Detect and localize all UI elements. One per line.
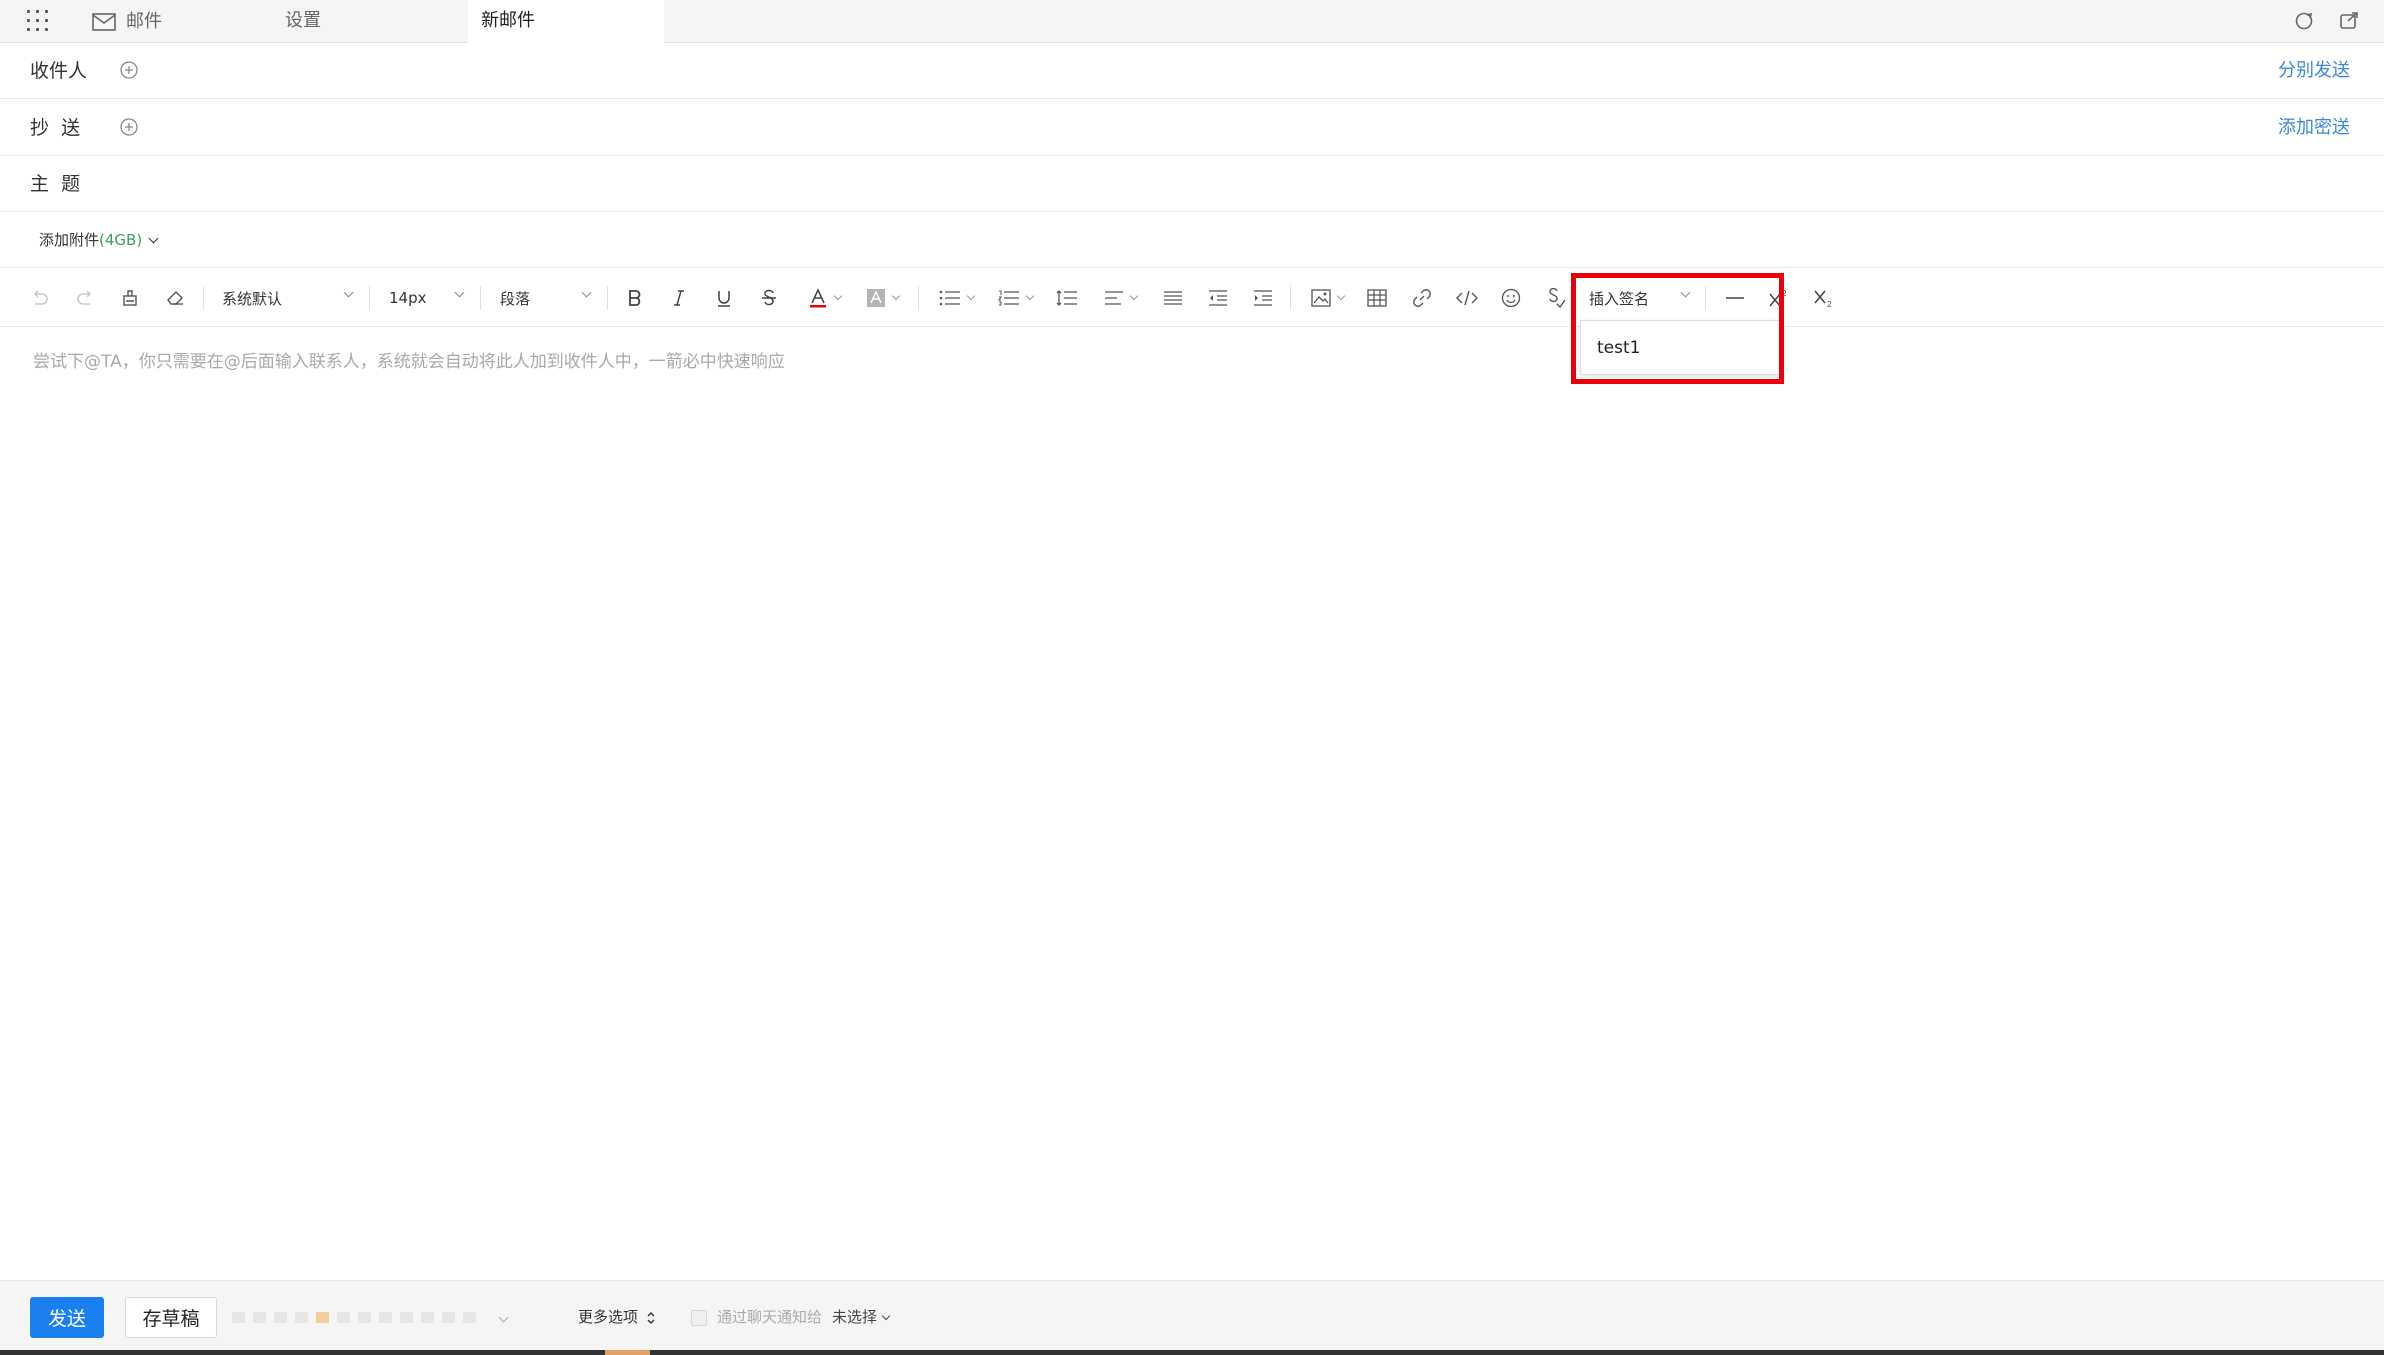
font-size-value: 14px xyxy=(389,289,427,307)
add-bcc-link[interactable]: 添加密送 xyxy=(2278,100,2350,156)
chat-notify-checkbox[interactable] xyxy=(691,1309,707,1326)
font-family-select[interactable]: 系统默认 xyxy=(222,269,354,327)
more-options-label: 更多选项 xyxy=(578,1308,639,1326)
top-tab-bar: 邮件 设置 新邮件 xyxy=(0,0,2384,43)
editor-placeholder[interactable]: 尝试下@TA，你只需要在@后面输入联系人，系统就会自动将此人加到收件人中，一箭必… xyxy=(33,347,785,372)
editor-toolbar: 系统默认 14px 段落 插入签名 2 2 xyxy=(0,269,2384,327)
font-family-value: 系统默认 xyxy=(222,289,283,308)
tab-settings[interactable]: 设置 xyxy=(285,0,321,43)
font-color-icon[interactable] xyxy=(803,269,845,327)
chevron-down-icon xyxy=(343,287,354,298)
redo-icon[interactable] xyxy=(73,269,97,327)
bold-icon[interactable] xyxy=(622,269,648,327)
spellcheck-icon[interactable] xyxy=(1543,269,1569,327)
popout-icon[interactable] xyxy=(2338,10,2360,32)
compose-page: 邮件 设置 新邮件 收件人 分别发送 抄 送 添加密送 主 题 添加附件(4GB… xyxy=(0,0,2384,1355)
code-icon[interactable] xyxy=(1454,269,1480,327)
attachment-size: (4GB) xyxy=(99,231,143,249)
send-button[interactable]: 发送 xyxy=(30,1297,104,1338)
compose-footer: 发送 存草稿 更多选项 通过聊天通知给 未选择 xyxy=(0,1280,2384,1355)
justify-icon[interactable] xyxy=(1160,269,1186,327)
numbered-list-icon[interactable] xyxy=(994,269,1036,327)
attachment-row: 添加附件(4GB) xyxy=(0,212,2384,268)
font-size-select[interactable]: 14px xyxy=(389,269,465,327)
emoji-icon[interactable] xyxy=(1498,269,1524,327)
sender-select[interactable] xyxy=(232,1305,544,1329)
undo-icon[interactable] xyxy=(28,269,52,327)
attachment-label: 添加附件 xyxy=(39,231,100,249)
subject-label: 主 题 xyxy=(30,173,81,195)
link-icon[interactable] xyxy=(1409,269,1435,327)
align-icon[interactable] xyxy=(1099,269,1141,327)
cc-row: 抄 送 添加密送 xyxy=(0,100,2384,156)
save-draft-button[interactable]: 存草稿 xyxy=(125,1297,217,1338)
bulleted-list-icon[interactable] xyxy=(935,269,977,327)
tab-new-mail[interactable]: 新邮件 xyxy=(468,0,664,43)
mail-icon xyxy=(92,12,116,31)
chevron-down-icon xyxy=(581,287,592,298)
chevron-down-icon xyxy=(881,1311,891,1320)
highlight-icon[interactable] xyxy=(861,269,903,327)
eraser-icon[interactable] xyxy=(163,269,187,327)
chat-notify-select[interactable]: 未选择 xyxy=(832,1281,891,1354)
format-painter-icon[interactable] xyxy=(118,269,142,327)
refresh-icon[interactable] xyxy=(2293,10,2315,32)
tab-mail-label: 邮件 xyxy=(126,10,162,32)
tab-mail[interactable]: 邮件 xyxy=(92,0,162,43)
highlight-annotation xyxy=(1571,273,1784,384)
cc-label: 抄 送 xyxy=(30,117,81,139)
add-attachment-button[interactable]: 添加附件(4GB) xyxy=(39,212,159,268)
italic-icon[interactable] xyxy=(666,269,692,327)
image-icon[interactable] xyxy=(1306,269,1348,327)
chevron-down-icon xyxy=(454,287,465,298)
more-options-button[interactable]: 更多选项 xyxy=(578,1281,656,1354)
strikethrough-icon[interactable] xyxy=(756,269,782,327)
recipient-label: 收件人 xyxy=(30,60,88,82)
indent-icon[interactable] xyxy=(1250,269,1276,327)
subject-row[interactable]: 主 题 xyxy=(0,156,2384,212)
chevron-down-icon xyxy=(148,233,159,243)
chevron-down-icon xyxy=(498,1312,509,1322)
chat-notify-option: 通过聊天通知给 未选择 xyxy=(691,1281,891,1354)
outdent-icon[interactable] xyxy=(1205,269,1231,327)
chat-notify-label: 通过聊天通知给 xyxy=(717,1308,823,1326)
chat-notify-value: 未选择 xyxy=(832,1308,878,1326)
add-cc-icon[interactable] xyxy=(119,117,139,137)
send-separately-link[interactable]: 分别发送 xyxy=(2278,43,2350,99)
paragraph-select[interactable]: 段落 xyxy=(500,269,592,327)
line-height-icon[interactable] xyxy=(1054,269,1080,327)
svg-text:2: 2 xyxy=(1827,300,1832,308)
table-icon[interactable] xyxy=(1364,269,1390,327)
paragraph-value: 段落 xyxy=(500,289,531,308)
sort-arrows-icon xyxy=(647,1311,655,1324)
recipient-row: 收件人 分别发送 xyxy=(0,43,2384,99)
bottom-strip xyxy=(0,1350,2384,1355)
underline-icon[interactable] xyxy=(711,269,737,327)
apps-grid-icon[interactable] xyxy=(27,10,49,32)
subscript-icon[interactable]: 2 xyxy=(1811,269,1837,327)
add-recipient-icon[interactable] xyxy=(119,60,139,80)
